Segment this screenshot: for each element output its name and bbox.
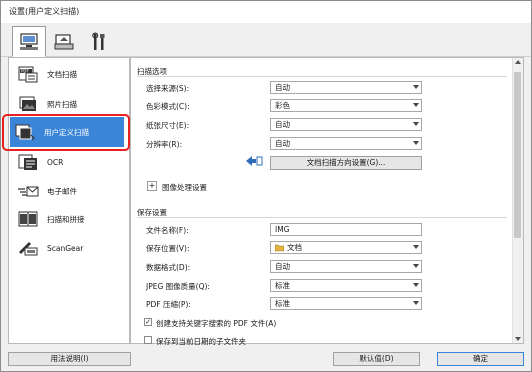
sidebar-item-label: 扫描和拼接 [47, 214, 85, 224]
orientation-icon [244, 154, 264, 168]
data-format-label: 数据格式(D): [146, 263, 191, 272]
resolution-select[interactable]: 自动 [270, 137, 422, 150]
searchable-pdf-label: 创建支持关键字搜索的 PDF 文件(A) [156, 319, 277, 328]
paper-size-label: 纸张尺寸(E): [146, 121, 190, 130]
ok-button[interactable]: 确定 [437, 352, 524, 366]
file-name-input[interactable]: IMG [270, 223, 422, 236]
searchable-pdf-checkbox[interactable]: ✓ [144, 318, 152, 326]
sidebar-item-label: ScanGear [47, 243, 84, 253]
chevron-down-icon [413, 103, 419, 107]
resolution-value: 自动 [275, 139, 290, 148]
data-format-select[interactable]: 自动 [270, 260, 422, 273]
sidebar-item-ocr[interactable]: OCR [9, 147, 129, 177]
scanner-output-icon [54, 33, 74, 49]
chevron-down-icon [413, 245, 419, 249]
sidebar-item-label: 文档扫描 [47, 69, 77, 79]
folder-icon [274, 243, 285, 252]
jpeg-quality-select[interactable]: 标准 [270, 279, 422, 292]
pdf-compression-label: PDF 压缩(P): [146, 300, 191, 309]
orientation-settings-button[interactable]: 文档扫描方向设置(G)... [270, 156, 422, 170]
sidebar-item-label: OCR [47, 157, 64, 167]
jpeg-quality-label: JPEG 图像质量(Q): [146, 282, 210, 291]
divider [137, 217, 507, 218]
scrollbar-thumb[interactable] [514, 72, 521, 238]
source-value: 自动 [275, 83, 290, 92]
paper-size-value: 自动 [275, 120, 290, 129]
source-select[interactable]: 自动 [270, 81, 422, 94]
tab-general-settings[interactable] [47, 26, 81, 57]
pdf-compression-select[interactable]: 标准 [270, 297, 422, 310]
chevron-down-icon [413, 301, 419, 305]
resolution-label: 分辨率(R): [146, 140, 183, 149]
data-format-value: 自动 [275, 262, 290, 271]
sidebar-item-email[interactable]: 电子邮件 [9, 176, 129, 206]
sidebar-item-scan-stitch[interactable]: 扫描和拼接 [9, 204, 129, 234]
defaults-button[interactable]: 默认值(D) [333, 352, 420, 366]
chevron-down-icon [413, 264, 419, 268]
expand-image-processing-button[interactable]: + [147, 181, 157, 191]
source-label: 选择来源(S): [146, 84, 190, 93]
ocr-icon [15, 151, 41, 173]
tab-scan-from-computer[interactable] [12, 26, 46, 57]
email-icon [15, 180, 41, 202]
scroll-up-icon[interactable] [515, 60, 521, 64]
window-title: 设置(用户定义扫描) [9, 7, 80, 16]
pdf-compression-value: 标准 [275, 299, 290, 308]
selection-highlight-frame [2, 114, 130, 151]
save-location-label: 保存位置(V): [146, 244, 190, 253]
tools-icon [92, 31, 105, 50]
sidebar-item-label: 电子邮件 [47, 186, 77, 196]
scanner-computer-icon [20, 32, 38, 50]
color-mode-label: 色彩模式(C): [146, 102, 190, 111]
stitch-icon [15, 208, 41, 230]
jpeg-quality-value: 标准 [275, 281, 290, 290]
chevron-down-icon [413, 122, 419, 126]
chevron-down-icon [413, 141, 419, 145]
paper-size-select[interactable]: 自动 [270, 118, 422, 131]
sidebar-item-scangear[interactable]: ScanGear [9, 233, 129, 263]
help-button[interactable]: 用法说明(I) [8, 352, 131, 366]
color-mode-select[interactable]: 彩色 [270, 99, 422, 112]
sidebar-item-document-scan[interactable]: PDF 文档扫描 [9, 59, 129, 89]
save-location-select[interactable]: 文档 [270, 241, 422, 254]
save-location-value: 文档 [287, 243, 302, 252]
divider [137, 76, 507, 77]
file-name-label: 文件名称(F): [146, 226, 189, 235]
color-mode-value: 彩色 [275, 101, 290, 110]
title-bar: 设置(用户定义扫描) [1, 1, 531, 23]
document-scan-icon: PDF [15, 63, 41, 85]
scroll-down-icon[interactable] [515, 337, 521, 341]
scangear-icon [15, 237, 41, 259]
date-subfolder-checkbox[interactable] [144, 336, 152, 344]
chevron-down-icon [413, 85, 419, 89]
image-processing-label: 图像处理设置 [162, 183, 207, 192]
photo-scan-icon [15, 93, 41, 115]
chevron-down-icon [413, 283, 419, 287]
tab-tools[interactable] [82, 26, 116, 57]
sidebar-item-label: 照片扫描 [47, 99, 77, 109]
